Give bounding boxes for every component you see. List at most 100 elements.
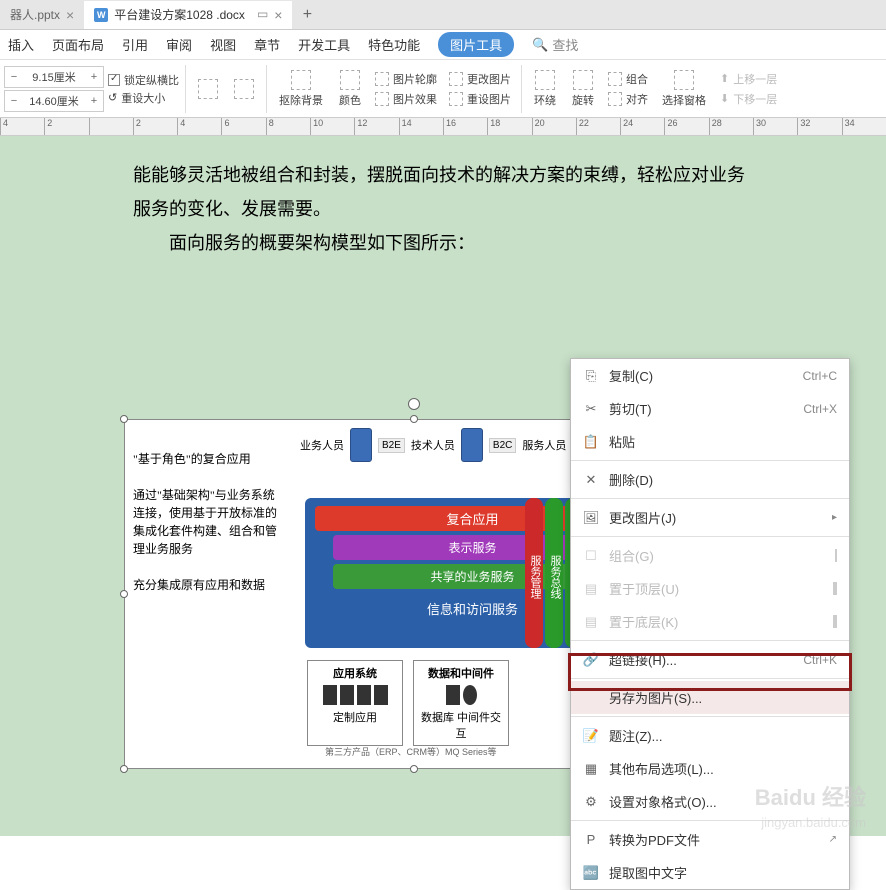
ctx-group: ☐组合(G) [571,539,849,572]
save-icon [583,690,599,706]
close-icon[interactable]: × [66,7,74,23]
pane-icon [674,70,694,90]
menu-imagetools[interactable]: 图片工具 [438,32,514,57]
ctx-bring-front: ▤置于顶层(U) [571,572,849,605]
ctx-cut[interactable]: ✂剪切(T)Ctrl+X [571,392,849,425]
ctx-format-object[interactable]: ⚙设置对象格式(O)... [571,785,849,818]
group-sub-icon [835,549,837,562]
reset-picture-button[interactable]: 重设图片 [445,90,515,108]
ctx-layout-options[interactable]: ▦其他布局选项(L)... [571,752,849,785]
width-spinner[interactable]: − 9.15厘米 + [4,66,104,88]
rotate-right-button[interactable] [228,77,260,101]
copy-icon: ⎘ [583,368,599,384]
ctx-paste[interactable]: 📋粘贴 [571,425,849,458]
minus-icon[interactable]: − [5,95,23,107]
change-picture-button[interactable]: 更改图片 [445,70,515,88]
send-backward-button: ⬇下移一层 [716,90,781,108]
ctx-hyperlink[interactable]: 🔗超链接(H)...Ctrl+K [571,643,849,676]
rotate-icon [573,70,593,90]
menu-search[interactable]: 🔍 查找 [532,35,578,54]
height-spinner[interactable]: − 14.60厘米 + [4,90,104,112]
paragraph: 面向服务的概要架构模型如下图所示： [133,226,753,260]
tab-menu-icon[interactable]: ▭ [257,7,268,23]
separator [571,460,849,461]
menu-review[interactable]: 审阅 [166,35,192,54]
menu-view[interactable]: 视图 [210,35,236,54]
ctx-caption[interactable]: 📝题注(Z)... [571,719,849,752]
search-label: 查找 [552,35,578,54]
group-icon: ☐ [583,548,599,564]
ruler: 42 2 46 810 1214 1618 2022 2426 2830 323… [0,118,886,136]
menu-reference[interactable]: 引用 [122,35,148,54]
person-icon [461,428,483,462]
diagram-text: 通过"基础架构"与业务系统连接，使用基于开放标准的集成化套件构建、组合和管理业务… [133,486,283,558]
ctx-delete[interactable]: ✕删除(D) [571,463,849,496]
group-button[interactable]: 组合 [604,70,652,88]
menu-pagelayout[interactable]: 页面布局 [52,35,104,54]
format-icon: ⚙ [583,794,599,810]
down-icon: ⬇ [720,92,729,105]
paste-icon: 📋 [583,434,599,450]
remove-bg-button[interactable]: 抠除背景 [273,68,329,110]
tab-pptx[interactable]: 器人.pptx × [0,1,84,29]
effect-icon [375,92,389,106]
submenu-arrow-icon: ▸ [832,512,837,523]
rotate-left-button[interactable] [192,77,224,101]
reset-icon: ↺ [108,91,117,104]
external-icon: ↗ [829,834,837,845]
menu-insert[interactable]: 插入 [8,35,34,54]
paragraph: 能能够灵活地被组合和封装，摆脱面向技术的解决方案的束缚，轻松应对业务服务的变化、… [133,158,753,226]
picture-effect-button[interactable]: 图片效果 [371,90,441,108]
color-icon [340,70,360,90]
align-icon [608,92,622,106]
plus-icon[interactable]: + [85,95,103,107]
ctx-change-image[interactable]: 🖼更改图片(J)▸ [571,501,849,534]
close-icon[interactable]: × [274,7,282,23]
align-button[interactable]: 对齐 [604,90,652,108]
height-value: 14.60厘米 [23,93,85,109]
separator [571,536,849,537]
change-icon [449,72,463,86]
color-button[interactable]: 颜色 [333,68,367,110]
word-icon: W [94,8,108,22]
caption-icon: 📝 [583,728,599,744]
selection-pane-button[interactable]: 选择窗格 [656,68,712,110]
reset-img-icon [449,92,463,106]
separator [571,678,849,679]
menu-chapter[interactable]: 章节 [254,35,280,54]
divider [185,65,186,113]
tab-docx-active[interactable]: W 平台建设方案1028 .docx ▭ × [84,1,292,29]
diagram-text: 充分集成原有应用和数据 [133,576,283,594]
separator [571,820,849,821]
rotate-right-icon [234,79,254,99]
layout-icon: ▦ [583,761,599,777]
menu-special[interactable]: 特色功能 [368,35,420,54]
separator [571,716,849,717]
tab-label: 平台建设方案1028 .docx [114,6,245,23]
back-icon: ▤ [583,614,599,630]
reset-size-button[interactable]: ↺重设大小 [108,90,179,106]
lock-aspect-checkbox[interactable]: 锁定纵横比 [108,72,179,88]
plus-icon[interactable]: + [85,71,103,83]
search-icon: 🔍 [532,37,548,53]
new-tab-button[interactable]: + [292,6,322,24]
ctx-extract-text[interactable]: 🔤提取图中文字 [571,856,849,889]
ctx-copy[interactable]: ⎘复制(C)Ctrl+C [571,359,849,392]
wrap-button[interactable]: 环绕 [528,68,562,110]
rotate-button[interactable]: 旋转 [566,68,600,110]
diagram-card: 应用系统 定制应用 [307,660,403,746]
remove-bg-icon [291,70,311,90]
picture-outline-button[interactable]: 图片轮廓 [371,70,441,88]
front-sub-icon2 [835,582,837,595]
rotate-handle[interactable] [408,398,420,410]
minus-icon[interactable]: − [5,71,23,83]
ctx-save-as-image[interactable]: 另存为图片(S)... [571,681,849,714]
up-icon: ⬆ [720,72,729,85]
separator [571,640,849,641]
back-sub-icon2 [835,615,837,628]
page: 能能够灵活地被组合和封装，摆脱面向技术的解决方案的束缚，轻松应对业务服务的变化、… [73,148,813,270]
menu-bar: 插入 页面布局 引用 审阅 视图 章节 开发工具 特色功能 图片工具 🔍 查找 [0,30,886,60]
ctx-convert-pdf[interactable]: P转换为PDF文件↗ [571,823,849,856]
outline-icon [375,72,389,86]
menu-devtools[interactable]: 开发工具 [298,35,350,54]
